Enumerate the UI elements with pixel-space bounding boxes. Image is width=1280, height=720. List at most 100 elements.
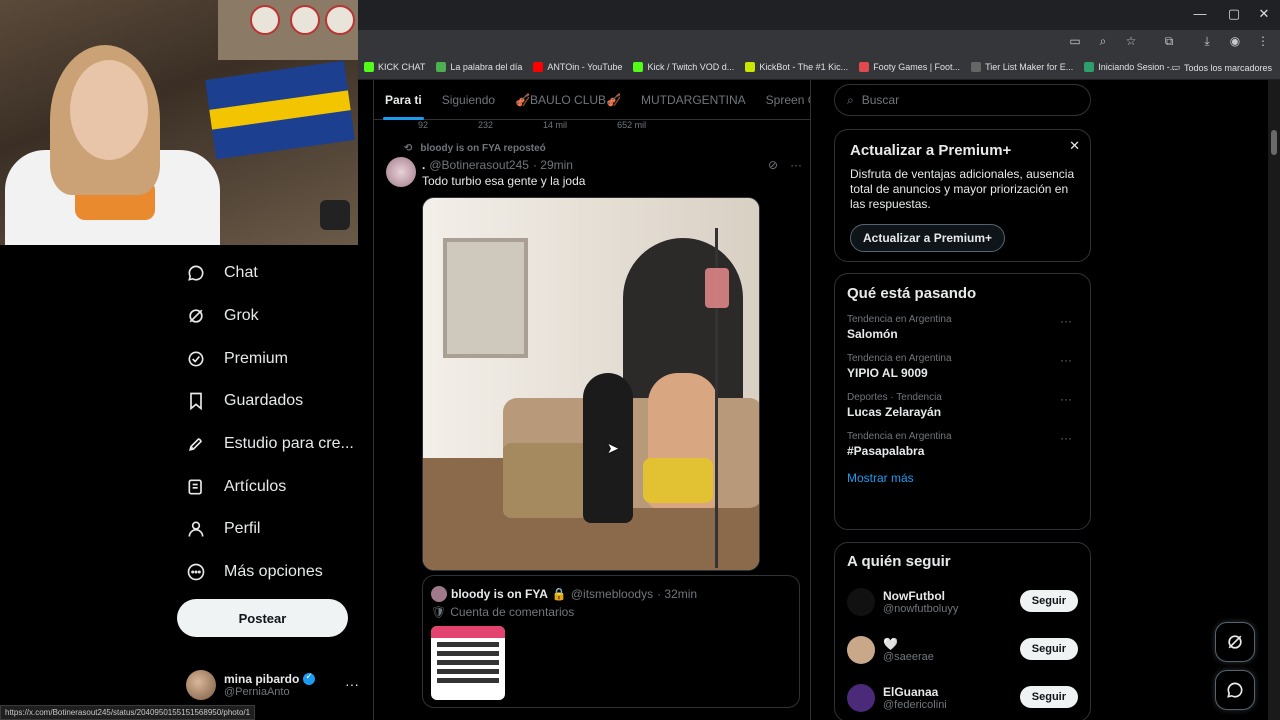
tab-1[interactable]: Siguiendo <box>442 93 495 107</box>
bookmark-item[interactable]: KICK CHAT <box>364 61 425 72</box>
all-bookmarks[interactable]: ▭ Todos los marcadores <box>1171 62 1272 73</box>
trend-more-icon[interactable]: ··· <box>1060 314 1072 328</box>
bookmark-item[interactable]: Footy Games | Foot... <box>859 61 960 72</box>
tab-4[interactable]: Spreen Cla <box>766 93 810 107</box>
search-input[interactable]: Buscar <box>862 93 899 107</box>
quoted-image[interactable] <box>431 626 505 700</box>
cast-icon[interactable]: ▭ <box>1068 34 1082 49</box>
nav-item-label: Estudio para cre... <box>224 435 354 453</box>
bookmark-item[interactable]: KickBot - The #1 Kic... <box>745 61 848 72</box>
search-box[interactable]: ⌕ Buscar <box>834 84 1091 116</box>
nav-item-label: Más opciones <box>224 563 323 581</box>
bookmark-item[interactable]: Kick / Twitch VOD d... <box>633 61 734 72</box>
follow-suggestion[interactable]: NowFutbol @nowfutboluyy Seguir <box>847 578 1078 626</box>
trend-context: Tendencia en Argentina <box>847 314 952 325</box>
follow-name: NowFutbol <box>883 589 945 603</box>
bookmark-favicon-icon <box>533 61 544 72</box>
bookmarks-bar: KICK CHAT La palabra del día ANTOin - YouT… <box>358 54 1280 80</box>
follow-button[interactable]: Seguir <box>1019 590 1078 612</box>
bookmark-icon <box>184 389 208 413</box>
follow-suggestion[interactable]: ElGuanaa @federicolini Seguir <box>847 674 1078 720</box>
bookmark-favicon-icon <box>436 61 447 72</box>
nav-item-guardados[interactable]: Guardados <box>176 380 366 423</box>
tweet-author-handle[interactable]: @Botinerasout245 <box>429 158 529 172</box>
like-count[interactable]: 14 mil <box>543 120 567 132</box>
bookmark-favicon-icon <box>971 61 982 72</box>
minimize-button[interactable]: — <box>1190 6 1210 21</box>
rocket-icon <box>184 432 208 456</box>
follow-name: 🤍 <box>883 637 898 651</box>
tweet-avatar[interactable] <box>386 157 416 187</box>
cam-person-head <box>70 60 148 160</box>
cam-mic <box>320 200 350 230</box>
trend-item[interactable]: Tendencia en Argentina YIPIO AL 9009 ··· <box>847 353 1078 380</box>
premium-body: Disfruta de ventajas adicionales, ausenc… <box>850 167 1075 211</box>
show-more-link[interactable]: Mostrar más <box>847 471 1078 485</box>
menu-icon[interactable]: ⋮ <box>1256 34 1270 49</box>
cam-flag <box>205 60 355 160</box>
tweet-photo[interactable]: ➤ <box>422 197 760 571</box>
trend-name: #Pasapalabra <box>847 444 925 458</box>
tab-2[interactable]: 🎻BAULO CLUB🎻 <box>515 93 621 107</box>
messages-fab-button[interactable] <box>1215 670 1255 710</box>
bookmark-item[interactable]: ANTOin - YouTube <box>533 61 622 72</box>
trend-item[interactable]: Tendencia en Argentina Salomón ··· <box>847 314 1078 341</box>
bookmark-favicon-icon <box>633 61 644 72</box>
reply-count[interactable]: 92 <box>418 120 428 132</box>
nav-item-perfil[interactable]: Perfil <box>176 508 366 551</box>
bookmark-favicon-icon <box>364 61 374 72</box>
nav-item-chat[interactable]: Chat <box>176 252 366 295</box>
profile-icon <box>184 517 208 541</box>
premium-button[interactable]: Actualizar a Premium+ <box>850 224 1006 252</box>
grok-fab-button[interactable] <box>1215 622 1255 662</box>
profile-icon[interactable]: ◉ <box>1228 34 1242 49</box>
tweet-text: Todo turbio esa gente y la joda <box>422 174 586 188</box>
tab-0[interactable]: Para ti <box>383 93 424 120</box>
trend-item[interactable]: Tendencia en Argentina #Pasapalabra ··· <box>847 431 1078 458</box>
follow-suggestion[interactable]: 🤍 @saeerae Seguir <box>847 626 1078 674</box>
view-count[interactable]: 652 mil <box>617 120 646 132</box>
maximize-button[interactable]: ▢ <box>1224 6 1244 22</box>
nav-item-estudio[interactable]: Estudio para cre... <box>176 423 366 466</box>
grok-icon[interactable]: ⊘ <box>768 158 778 172</box>
zoom-icon[interactable]: ⌕ <box>1096 34 1110 49</box>
account-switcher[interactable]: mina pibardo @PerniaAnto <box>186 670 316 700</box>
tab-3[interactable]: MUTDARGENTINA <box>641 93 746 107</box>
tweet-more-icon[interactable]: ··· <box>790 158 802 172</box>
follow-button[interactable]: Seguir <box>1019 638 1078 660</box>
bookmark-item[interactable]: Iniciando Sesion -... <box>1084 61 1177 72</box>
browser-toolbar: ▭ ⌕ ☆ ⧉ ⤓ ◉ ⋮ <box>358 30 1280 54</box>
follow-button[interactable]: Seguir <box>1019 686 1078 708</box>
shield-icon: 🛡 <box>431 605 447 619</box>
trend-item[interactable]: Deportes · Tendencia Lucas Zelarayán ··· <box>847 392 1078 419</box>
account-more-icon[interactable]: ··· <box>345 676 359 692</box>
nav-item-más[interactable]: Más opciones <box>176 551 366 594</box>
lock-icon: 🔒 <box>551 587 567 601</box>
star-icon[interactable]: ☆ <box>1124 34 1138 49</box>
bookmark-item[interactable]: Tier List Maker for E... <box>971 61 1073 72</box>
tweet-author-name[interactable]: . <box>422 158 425 172</box>
avatar <box>186 670 216 700</box>
close-window-button[interactable]: ✕ <box>1254 6 1274 22</box>
tweet-header: . @Botinerasout245 · 29min <box>422 158 573 172</box>
trend-more-icon[interactable]: ··· <box>1060 353 1072 367</box>
tweet-time[interactable]: · 29min <box>533 158 573 172</box>
trend-more-icon[interactable]: ··· <box>1060 392 1072 406</box>
trend-more-icon[interactable]: ··· <box>1060 431 1072 445</box>
download-icon[interactable]: ⤓ <box>1200 34 1214 49</box>
nav-item-premium[interactable]: Premium <box>176 337 366 380</box>
scrollbar-thumb[interactable] <box>1271 130 1277 155</box>
quoted-tweet[interactable]: bloody is on FYA 🔒 @itsmebloodys · 32min… <box>422 575 800 708</box>
bookmark-item[interactable]: La palabra del día <box>436 61 522 72</box>
trends-title: Qué está pasando <box>847 285 977 302</box>
close-icon[interactable]: ✕ <box>1069 138 1080 154</box>
nav-item-artículos[interactable]: Artículos <box>176 465 366 508</box>
quoted-time: · 32min <box>657 587 698 601</box>
repost-count[interactable]: 232 <box>478 120 493 132</box>
scrollbar[interactable] <box>1268 80 1280 720</box>
trend-name: YIPIO AL 9009 <box>847 366 928 380</box>
extensions-icon[interactable]: ⧉ <box>1162 34 1176 49</box>
post-button[interactable]: Postear <box>177 599 348 637</box>
nav-item-grok[interactable]: Grok <box>176 295 366 338</box>
avatar <box>847 588 875 616</box>
